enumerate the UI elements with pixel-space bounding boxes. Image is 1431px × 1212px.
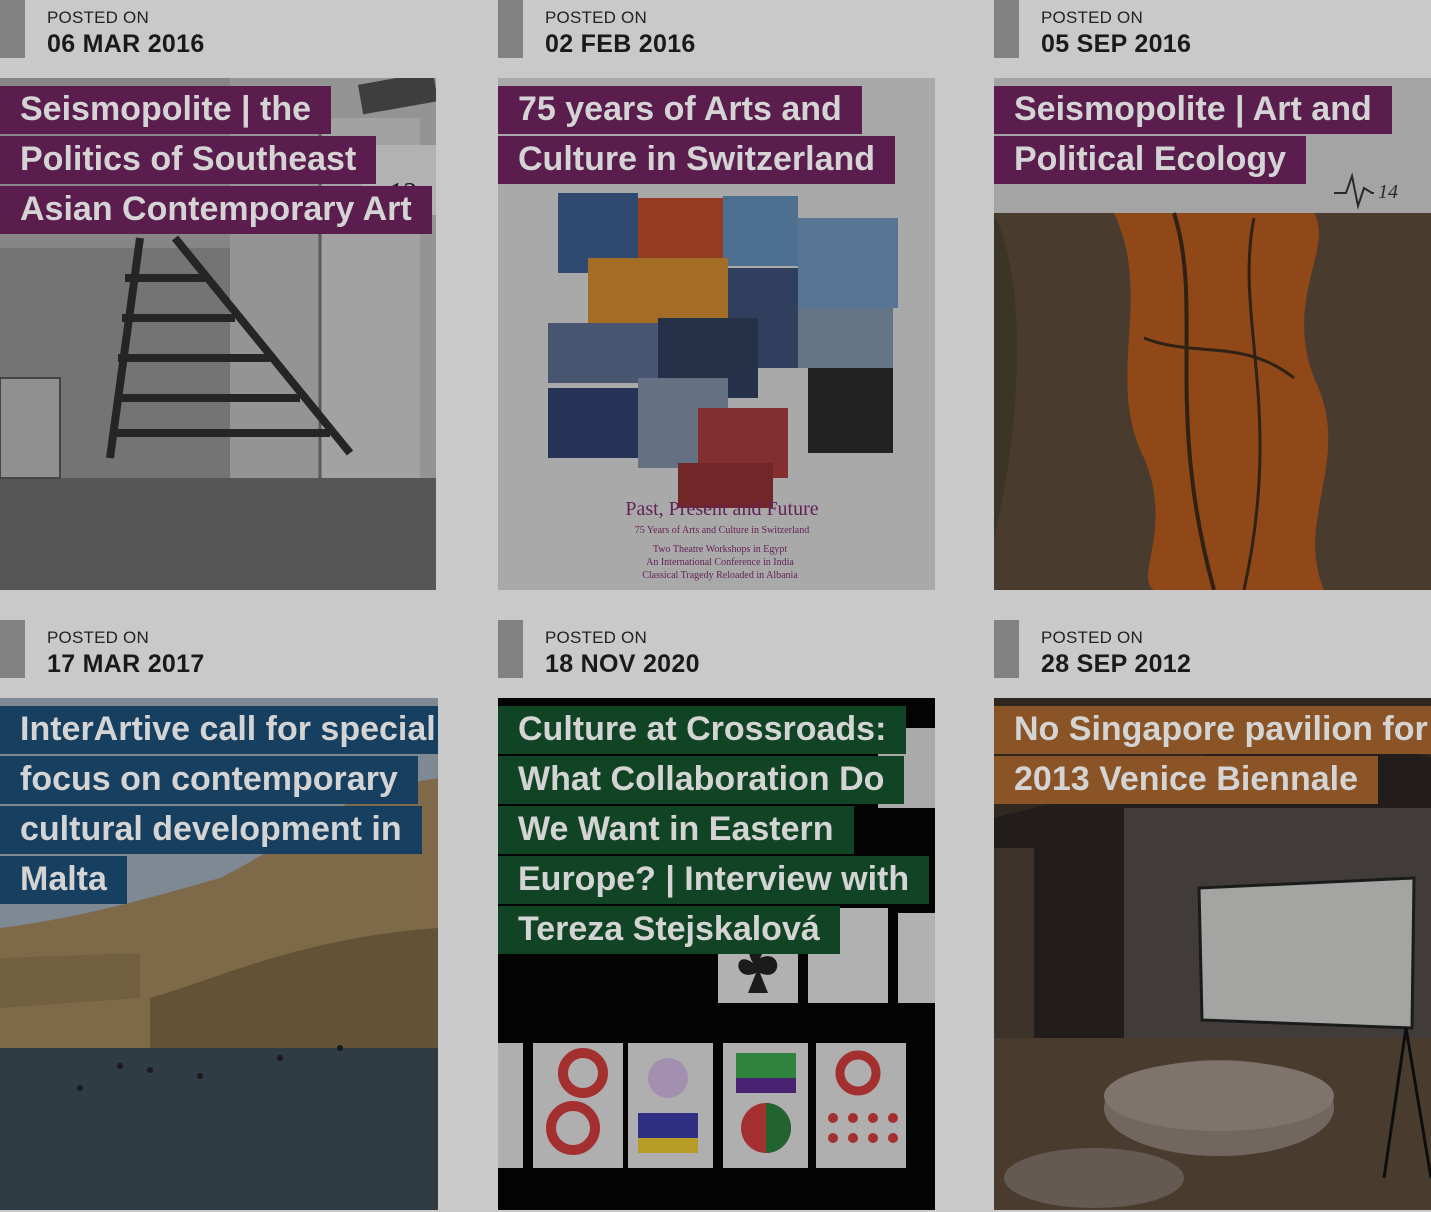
post-title-text[interactable]: Seismopolite | Art and Political Ecology: [994, 86, 1392, 184]
post-card[interactable]: POSTED ON 18 NOV 2020 Culture at Crossro…: [498, 620, 935, 1212]
post-date: 28 SEP 2012: [1041, 650, 1192, 678]
post-date: 17 MAR 2017: [47, 650, 205, 678]
post-title[interactable]: No Singapore pavilion for 2013 Venice Bi…: [994, 704, 1431, 804]
post-thumbnail[interactable]: Culture at Crossroads: What Collaboratio…: [498, 698, 935, 1210]
post-card[interactable]: POSTED ON 05 SEP 2016 14 Seismopolite | …: [994, 0, 1431, 590]
post-card[interactable]: POSTED ON 06 MAR 2016 13: [0, 0, 436, 590]
post-title-text[interactable]: Culture at Crossroads: What Collaboratio…: [498, 706, 930, 954]
meta-accent-bar: [0, 0, 25, 58]
post-title[interactable]: Seismopolite | Art and Political Ecology: [994, 84, 1431, 184]
post-card[interactable]: POSTED ON 17 MAR 2017 InterArtive call f…: [0, 620, 438, 1212]
post-title[interactable]: Culture at Crossroads: What Collaboratio…: [498, 704, 935, 954]
posted-on-label: POSTED ON: [47, 8, 149, 27]
posted-on-label: POSTED ON: [47, 628, 149, 647]
meta-accent-bar: [994, 620, 1019, 678]
post-thumbnail[interactable]: Past, Present and Future 75 Years of Art…: [498, 78, 935, 590]
image-line: An International Conference in India: [646, 557, 794, 568]
post-meta: POSTED ON 05 SEP 2016: [994, 0, 1431, 58]
post-thumbnail[interactable]: InterArtive call for special focus on co…: [0, 698, 438, 1210]
post-thumbnail[interactable]: 13 Seismopolite | the Politics of Southe…: [0, 78, 436, 590]
image-subtitle: 75 Years of Arts and Culture in Switzerl…: [635, 525, 809, 536]
post-title-text[interactable]: No Singapore pavilion for 2013 Venice Bi…: [994, 706, 1431, 804]
post-title-text[interactable]: Seismopolite | the Politics of Southeast…: [0, 86, 432, 234]
image-title: Past, Present and Future: [625, 498, 818, 520]
post-card[interactable]: POSTED ON 28 SEP 2012 No Singapore pavil…: [994, 620, 1431, 1212]
post-title-text[interactable]: InterArtive call for special focus on co…: [0, 706, 438, 904]
image-number: 14: [1378, 181, 1398, 203]
meta-accent-bar: [994, 0, 1019, 58]
post-date: 18 NOV 2020: [545, 650, 700, 678]
post-meta: POSTED ON 18 NOV 2020: [498, 620, 935, 678]
meta-accent-bar: [498, 0, 523, 58]
posted-on-label: POSTED ON: [545, 628, 647, 647]
post-title[interactable]: Seismopolite | the Politics of Southeast…: [0, 84, 436, 234]
image-line: Classical Tragedy Reloaded in Albania: [642, 570, 798, 581]
post-card[interactable]: POSTED ON 02 FEB 2016 Past, Present and …: [498, 0, 935, 590]
meta-accent-bar: [498, 620, 523, 678]
post-meta: POSTED ON 06 MAR 2016: [0, 0, 436, 58]
image-line: Two Theatre Workshops in Egypt: [653, 544, 787, 555]
posted-on-label: POSTED ON: [545, 8, 647, 27]
post-thumbnail[interactable]: No Singapore pavilion for 2013 Venice Bi…: [994, 698, 1431, 1210]
post-title[interactable]: InterArtive call for special focus on co…: [0, 704, 438, 904]
post-title[interactable]: 75 years of Arts and Culture in Switzerl…: [498, 84, 935, 184]
posted-on-label: POSTED ON: [1041, 628, 1143, 647]
post-title-text[interactable]: 75 years of Arts and Culture in Switzerl…: [498, 86, 896, 184]
post-meta: POSTED ON 02 FEB 2016: [498, 0, 935, 58]
meta-accent-bar: [0, 620, 25, 678]
posted-on-label: POSTED ON: [1041, 8, 1143, 27]
post-meta: POSTED ON 17 MAR 2017: [0, 620, 438, 678]
post-date: 06 MAR 2016: [47, 30, 205, 58]
post-meta: POSTED ON 28 SEP 2012: [994, 620, 1431, 678]
post-thumbnail[interactable]: 14 Seismopolite | Art and Political Ecol…: [994, 78, 1431, 590]
post-date: 05 SEP 2016: [1041, 30, 1192, 58]
post-date: 02 FEB 2016: [545, 30, 696, 58]
